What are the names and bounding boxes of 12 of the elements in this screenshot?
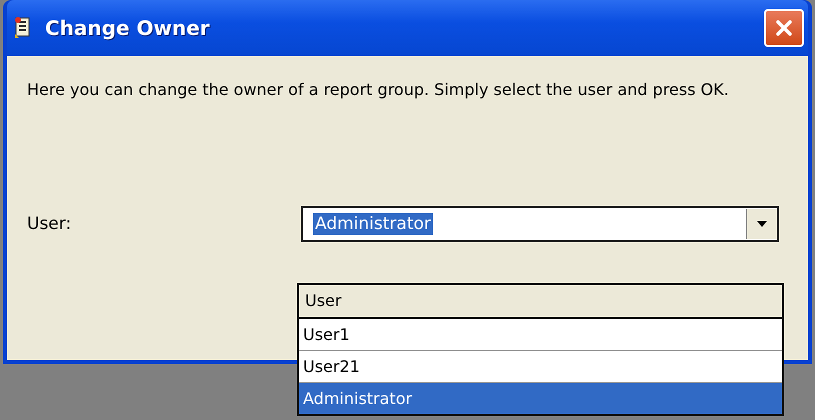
column-header: User <box>299 285 782 319</box>
close-button[interactable] <box>764 9 804 47</box>
caret-icon <box>757 221 767 227</box>
dropdown-option[interactable]: Administrator <box>299 383 782 414</box>
user-label: User: <box>27 214 72 234</box>
selected-value: Administrator <box>313 213 433 235</box>
close-icon <box>773 17 795 39</box>
instruction-text: Here you can change the owner of a report group. Simply select the user and press OK. <box>27 79 730 101</box>
dropdown-option[interactable]: User1 <box>299 319 782 351</box>
dropdown-button[interactable] <box>746 209 777 239</box>
user-combo-box[interactable]: Administrator <box>301 206 779 242</box>
window-title: Change Owner <box>45 16 211 40</box>
